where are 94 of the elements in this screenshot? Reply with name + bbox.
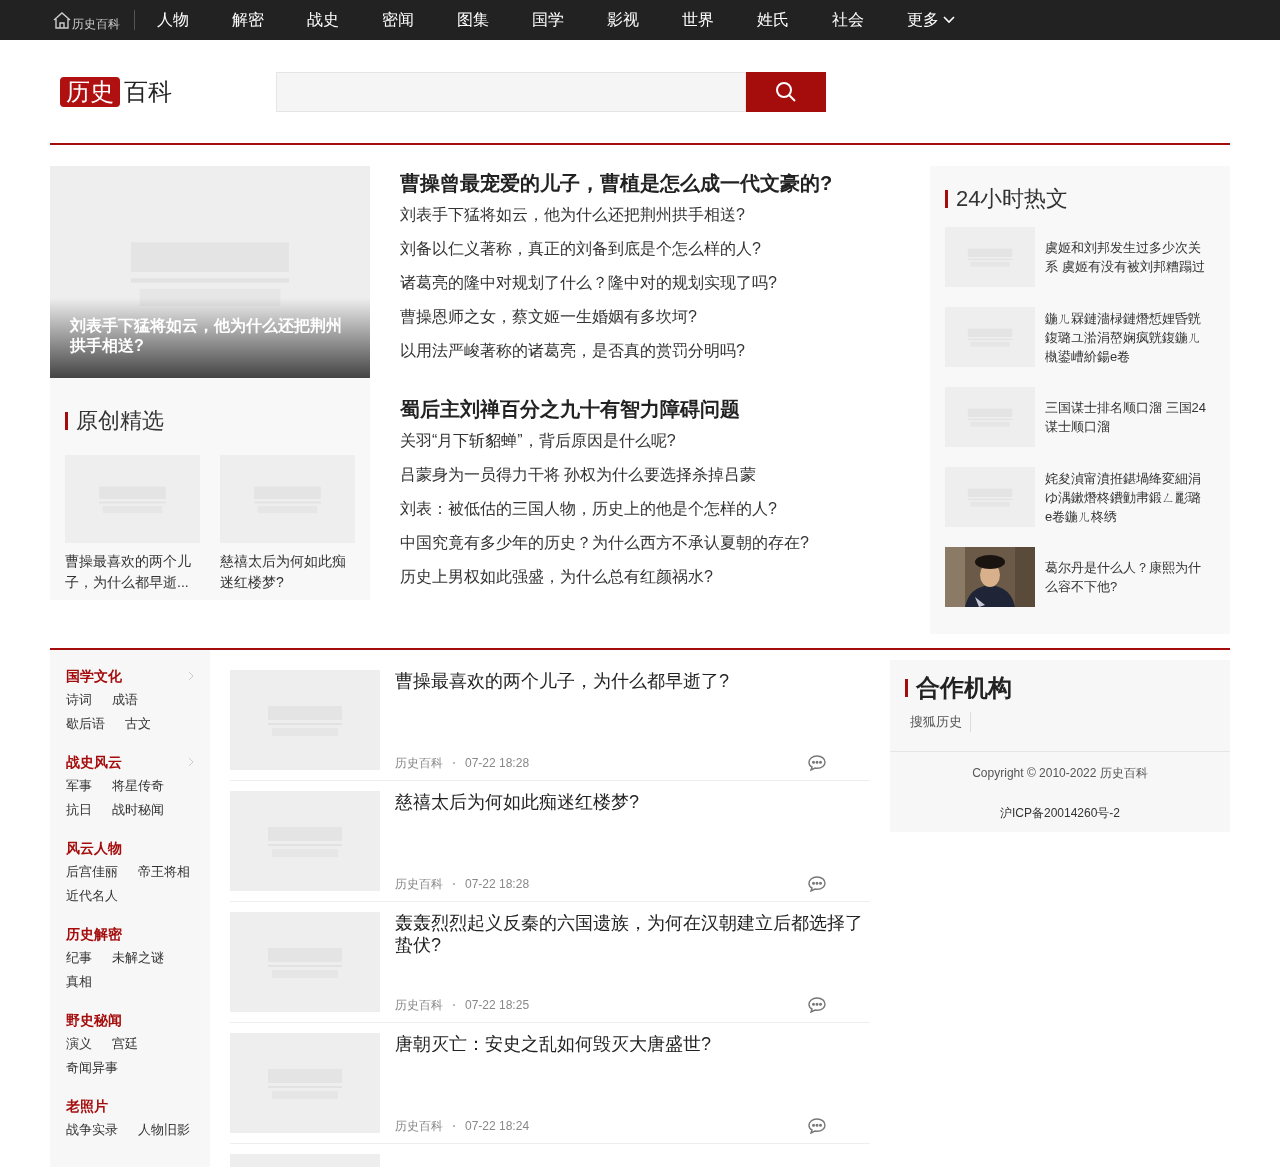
partner-link[interactable]: 搜狐历史 — [910, 712, 971, 732]
category-link[interactable]: 未解之谜 — [112, 946, 164, 970]
nav-link[interactable]: 影视 — [607, 8, 639, 32]
category-link[interactable]: 歇后语 — [66, 712, 105, 736]
nav-link[interactable]: 解密 — [232, 8, 264, 32]
chevron-right-icon — [188, 671, 194, 681]
article-source: 历史百科 — [395, 997, 443, 1014]
article-link[interactable]: 虞姬和刘邦发生过多少次关系 虞姬有没有被刘邦糟蹋过 — [1045, 238, 1207, 276]
article-link[interactable]: 以用法严峻著称的诸葛亮，是否真的赏罚分明吗? — [400, 334, 900, 368]
article-link[interactable]: 关羽“月下斩貂蝉”，背后原因是什么呢? — [400, 424, 900, 458]
category-link[interactable]: 战争实录 — [66, 1118, 118, 1142]
category-link[interactable]: 军事 — [66, 774, 92, 798]
search-field[interactable] — [276, 71, 746, 112]
nav-link[interactable]: 图集 — [457, 8, 489, 32]
category-link[interactable]: 帝王将相 — [138, 860, 190, 884]
category-link[interactable]: 近代名人 — [66, 884, 118, 908]
home-label: 历史百科 — [72, 18, 120, 30]
category-title[interactable]: 历史解密 — [66, 922, 122, 946]
category-link[interactable]: 战时秘闻 — [112, 798, 164, 822]
dot-separator-icon — [453, 762, 455, 764]
article-link[interactable]: 刘备以仁义著称，真正的刘备到底是个怎么样的人? — [400, 232, 900, 266]
heading-bar — [945, 189, 948, 208]
article-link[interactable]: 中国究竟有多少年的历史？为什么西方不承认夏朝的存在? — [400, 526, 900, 560]
nav-link[interactable]: 密闻 — [382, 8, 414, 32]
nav-link[interactable]: 社会 — [832, 8, 864, 32]
category-link[interactable]: 演义 — [66, 1032, 92, 1056]
article-link[interactable]: 姹夋湞甯濆拰鍖堝绛変細涓ゆ湡鏉熸柊鐨勭帇鍛ㄥ彲璐e卷鍦ㄦ柊绣 — [1045, 468, 1207, 526]
article-time: 07-22 18:28 — [465, 876, 530, 893]
nav-link[interactable]: 战史 — [307, 8, 339, 32]
category-title[interactable]: 老照片 — [66, 1094, 108, 1118]
search-button[interactable] — [746, 71, 826, 112]
dot-separator-icon — [453, 1125, 455, 1127]
article-title[interactable]: 慈禧太后为何如此痴迷红楼梦? — [395, 791, 870, 813]
article-link[interactable]: 刘表：被低估的三国人物，历史上的他是个怎样的人? — [400, 492, 900, 526]
article-link[interactable]: 曹操最喜欢的两个儿子，为什么都早逝... — [65, 551, 200, 593]
category-title[interactable]: 战史风云 — [66, 750, 122, 774]
nav-link[interactable]: 国学 — [532, 8, 564, 32]
article-title[interactable]: 曹操最喜欢的两个儿子，为什么都早逝了? — [395, 670, 870, 692]
article-source: 历史百科 — [395, 755, 443, 772]
article-time: 07-22 18:25 — [465, 997, 530, 1014]
category-link[interactable]: 宫廷 — [112, 1032, 138, 1056]
article-source: 历史百科 — [395, 1118, 443, 1135]
comment-icon[interactable] — [808, 1118, 826, 1134]
article-link[interactable]: 历史上男权如此强盛，为什么总有红颜祸水? — [400, 560, 900, 594]
category-link[interactable]: 奇闻异事 — [66, 1056, 118, 1080]
article-link[interactable]: 刘表手下猛将如云，他为什么还把荆州拱手相送? — [400, 198, 900, 232]
chevron-right-icon — [188, 757, 194, 767]
home-icon — [52, 10, 72, 30]
dot-separator-icon — [453, 1004, 455, 1006]
category-link[interactable]: 成语 — [112, 688, 138, 712]
nav-link[interactable]: 姓氏 — [757, 8, 789, 32]
article-title[interactable]: 轰轰烈烈起义反秦的六国遗族，为何在汉朝建立后都选择了蛰伏? — [395, 912, 870, 956]
category-link[interactable]: 纪事 — [66, 946, 92, 970]
category-link[interactable]: 诗词 — [66, 688, 92, 712]
dot-separator-icon — [453, 883, 455, 885]
section-title: 24小时热文 — [956, 185, 1069, 213]
category-link[interactable]: 后宫佳丽 — [66, 860, 118, 884]
nav-link[interactable]: 人物 — [157, 8, 189, 32]
comment-icon[interactable] — [808, 755, 826, 771]
headline-link[interactable]: 蜀后主刘禅百分之九十有智力障碍问题 — [400, 394, 900, 424]
category-link[interactable]: 古文 — [125, 712, 151, 736]
category-title[interactable]: 国学文化 — [66, 664, 122, 688]
section-title: 合作机构 — [916, 673, 1012, 703]
nav-link[interactable]: 世界 — [682, 8, 714, 32]
category-link[interactable]: 真相 — [66, 970, 92, 994]
category-title[interactable]: 风云人物 — [66, 836, 122, 860]
article-time: 07-22 18:28 — [465, 755, 530, 772]
category-link[interactable]: 将星传奇 — [112, 774, 164, 798]
article-time: 07-22 18:24 — [465, 1118, 530, 1135]
home-link[interactable]: 历史百科 — [52, 10, 135, 30]
category-link[interactable]: 抗日 — [66, 798, 92, 822]
heading-bar — [905, 679, 908, 697]
search-icon — [775, 80, 797, 103]
article-title[interactable]: 唐朝灭亡：安史之乱如何毁灭大唐盛世? — [395, 1033, 870, 1055]
heading-bar — [65, 411, 68, 430]
article-link[interactable]: 鍦ㄦ槑鏈濇椂鏈熸惁娌昏皝鍑璐ユ湁涓嶅娴疯皝鍑鍦ㄦ槸鍙嶆紒鍚e卷 — [1045, 308, 1207, 366]
more-menu[interactable]: 更多 — [907, 8, 955, 32]
section-title: 原创精选 — [76, 407, 164, 435]
article-link[interactable]: 诸葛亮的隆中对规划了什么？隆中对的规划实现了吗? — [400, 266, 900, 300]
comment-icon[interactable] — [808, 997, 826, 1013]
copyright-text: Copyright © 2010-2022 历史百科 — [972, 765, 1148, 782]
chevron-down-icon — [943, 16, 955, 24]
article-link[interactable]: 三国谋士排名顺口溜 三国24谋士顺口溜 — [1045, 398, 1207, 436]
article-link[interactable]: 曹操恩师之女，蔡文姬一生婚姻有多坎坷? — [400, 300, 900, 334]
featured-caption[interactable]: 刘表手下猛将如云，他为什么还把荆州拱手相送? — [70, 316, 350, 356]
icp-link[interactable]: 沪ICP备20014260号-2 — [999, 804, 1121, 822]
category-title[interactable]: 野史秘闻 — [66, 1008, 122, 1032]
article-link[interactable]: 慈禧太后为何如此痴迷红楼梦? — [220, 551, 355, 593]
category-link[interactable]: 人物旧影 — [138, 1118, 190, 1142]
headline-link[interactable]: 曹操曾最宠爱的儿子，曹植是怎么成一代文豪的? — [400, 168, 900, 198]
article-source: 历史百科 — [395, 876, 443, 893]
article-link[interactable]: 葛尔丹是什么人？康熙为什么容不下他? — [1045, 558, 1207, 596]
article-link[interactable]: 吕蒙身为一员得力干将 孙权为什么要选择杀掉吕蒙 — [400, 458, 900, 492]
comment-icon[interactable] — [808, 876, 826, 892]
